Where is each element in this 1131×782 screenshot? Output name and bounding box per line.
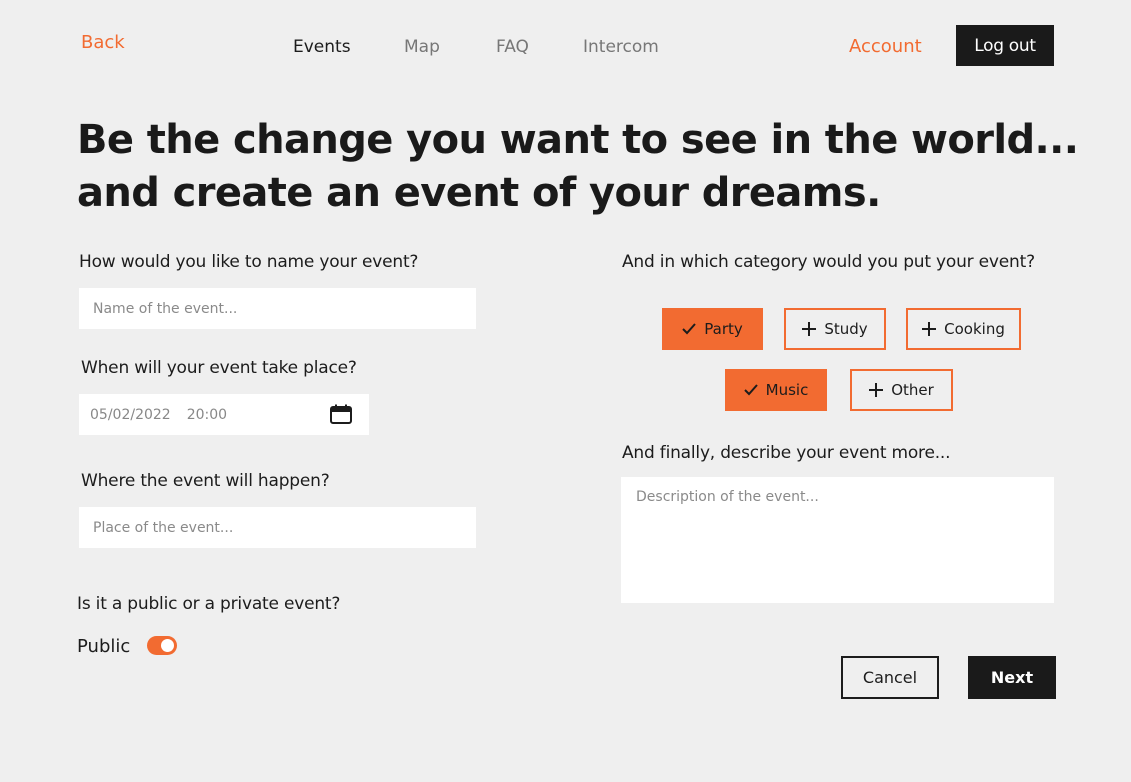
check-icon xyxy=(682,323,696,335)
description-textarea[interactable] xyxy=(621,477,1054,603)
logout-button[interactable]: Log out xyxy=(956,25,1054,66)
page-title: Be the change you want to see in the wor… xyxy=(77,114,1079,220)
event-datetime-input[interactable]: 05/02/2022 20:00 xyxy=(79,394,369,435)
page-title-line-1: Be the change you want to see in the wor… xyxy=(77,117,1079,163)
nav-events[interactable]: Events xyxy=(293,37,351,57)
event-date-value: 05/02/2022 xyxy=(90,406,171,423)
plus-icon xyxy=(802,322,817,336)
public-toggle-label: Public xyxy=(77,636,131,657)
event-date-label: When will your event take place? xyxy=(81,358,357,378)
event-place-label: Where the event will happen? xyxy=(81,471,330,491)
check-icon xyxy=(743,384,758,396)
category-label: And in which category would you put your… xyxy=(622,252,1035,272)
toggle-knob xyxy=(161,639,174,652)
chip-label: Party xyxy=(704,320,743,338)
chip-label: Cooking xyxy=(944,320,1005,338)
nav-map[interactable]: Map xyxy=(404,37,440,57)
account-link[interactable]: Account xyxy=(849,36,922,57)
next-button[interactable]: Next xyxy=(968,656,1056,699)
visibility-label: Is it a public or a private event? xyxy=(77,594,341,614)
cancel-button[interactable]: Cancel xyxy=(841,656,939,699)
category-chip-other[interactable]: Other xyxy=(850,369,953,411)
chip-label: Study xyxy=(824,320,868,338)
page-title-line-2: and create an event of your dreams. xyxy=(77,170,881,216)
calendar-icon[interactable] xyxy=(330,404,352,424)
back-link[interactable]: Back xyxy=(81,32,125,53)
nav-faq[interactable]: FAQ xyxy=(496,37,529,57)
event-name-label: How would you like to name your event? xyxy=(79,252,419,272)
event-time-value: 20:00 xyxy=(186,406,228,423)
plus-icon xyxy=(922,322,937,336)
category-chip-study[interactable]: Study xyxy=(784,308,886,350)
description-label: And finally, describe your event more... xyxy=(622,443,951,463)
event-place-input[interactable] xyxy=(79,507,476,548)
category-chip-cooking[interactable]: Cooking xyxy=(906,308,1021,350)
plus-icon xyxy=(869,383,884,397)
category-chip-music[interactable]: Music xyxy=(725,369,827,411)
event-name-input[interactable] xyxy=(79,288,476,329)
chip-label: Other xyxy=(891,381,934,399)
nav-intercom[interactable]: Intercom xyxy=(583,37,659,57)
public-toggle[interactable] xyxy=(147,636,177,655)
chip-label: Music xyxy=(765,381,809,399)
category-chip-party[interactable]: Party xyxy=(662,308,763,350)
